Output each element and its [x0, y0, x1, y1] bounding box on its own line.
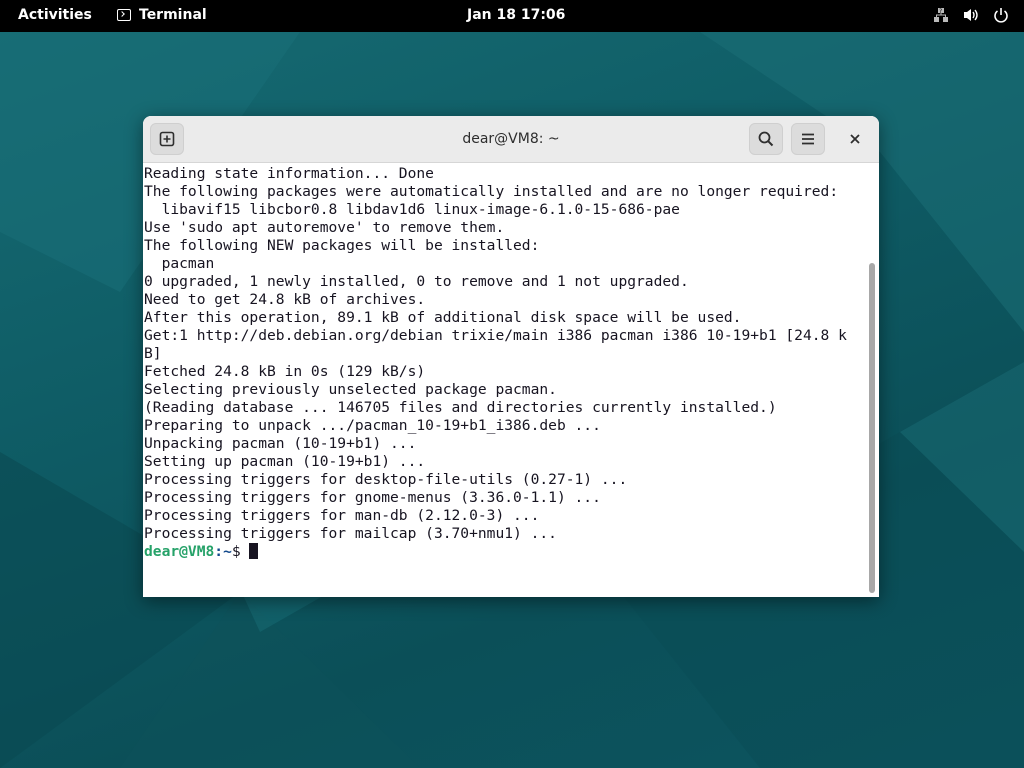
scrollbar[interactable]: [865, 163, 879, 597]
terminal-line: The following NEW packages will be insta…: [144, 237, 540, 254]
terminal-line: Processing triggers for desktop-file-uti…: [144, 471, 628, 488]
scrollbar-thumb[interactable]: [869, 263, 875, 593]
menu-button[interactable]: [791, 123, 825, 155]
terminal-line: Use 'sudo apt autoremove' to remove them…: [144, 219, 505, 236]
prompt-path: :~: [214, 543, 232, 560]
close-button[interactable]: [839, 123, 871, 155]
terminal-line: The following packages were automaticall…: [144, 183, 839, 200]
terminal-line: Get:1 http://deb.debian.org/debian trixi…: [144, 327, 847, 344]
terminal-line: Processing triggers for man-db (2.12.0-3…: [144, 507, 540, 524]
terminal-line: Unpacking pacman (10-19+b1) ...: [144, 435, 417, 452]
system-tray[interactable]: ?: [932, 7, 1010, 25]
terminal-line: Setting up pacman (10-19+b1) ...: [144, 453, 426, 470]
terminal-line: libavif15 libcbor0.8 libdav1d6 linux-ima…: [144, 201, 680, 218]
clock[interactable]: Jan 18 17:06: [467, 7, 565, 23]
terminal-line: After this operation, 89.1 kB of additio…: [144, 309, 742, 326]
terminal-line: Selecting previously unselected package …: [144, 381, 557, 398]
top-bar: Activities Terminal Jan 18 17:06 ?: [0, 0, 1024, 32]
volume-icon[interactable]: [962, 7, 980, 25]
terminal-line: Processing triggers for gnome-menus (3.3…: [144, 489, 601, 506]
header-bar: dear@VM8: ~: [143, 116, 879, 163]
close-icon: [850, 134, 860, 144]
terminal-line: Need to get 24.8 kB of archives.: [144, 291, 426, 308]
prompt-user: dear@VM8: [144, 543, 215, 560]
terminal-window: dear@VM8: ~ Reading state information...…: [143, 116, 879, 597]
network-icon[interactable]: ?: [932, 7, 950, 25]
app-name: Terminal: [139, 7, 207, 23]
hamburger-menu-icon: [802, 133, 814, 145]
new-tab-icon: [159, 131, 175, 147]
search-button[interactable]: [749, 123, 783, 155]
search-icon: [758, 131, 774, 147]
app-menu-terminal[interactable]: Terminal: [117, 7, 207, 23]
new-tab-button[interactable]: [150, 123, 184, 155]
terminal-line: Reading state information... Done: [144, 165, 434, 182]
terminal-output[interactable]: Reading state information... Done The fol…: [143, 163, 865, 597]
terminal-line: B]: [144, 345, 162, 362]
terminal-line: (Reading database ... 146705 files and d…: [144, 399, 777, 416]
power-icon[interactable]: [992, 7, 1010, 25]
text-cursor: [249, 543, 259, 559]
terminal-line: Preparing to unpack .../pacman_10-19+b1_…: [144, 417, 601, 434]
terminal-icon: [117, 9, 131, 21]
terminal-line: Fetched 24.8 kB in 0s (129 kB/s): [144, 363, 426, 380]
prompt-line: dear@VM8:~$: [144, 543, 865, 561]
terminal-line: pacman: [144, 255, 215, 272]
prompt-symbol: $: [231, 543, 250, 560]
svg-text:?: ?: [939, 8, 942, 15]
activities-button[interactable]: Activities: [18, 7, 92, 23]
terminal-line: Processing triggers for mailcap (3.70+nm…: [144, 525, 557, 542]
terminal-line: 0 upgraded, 1 newly installed, 0 to remo…: [144, 273, 689, 290]
